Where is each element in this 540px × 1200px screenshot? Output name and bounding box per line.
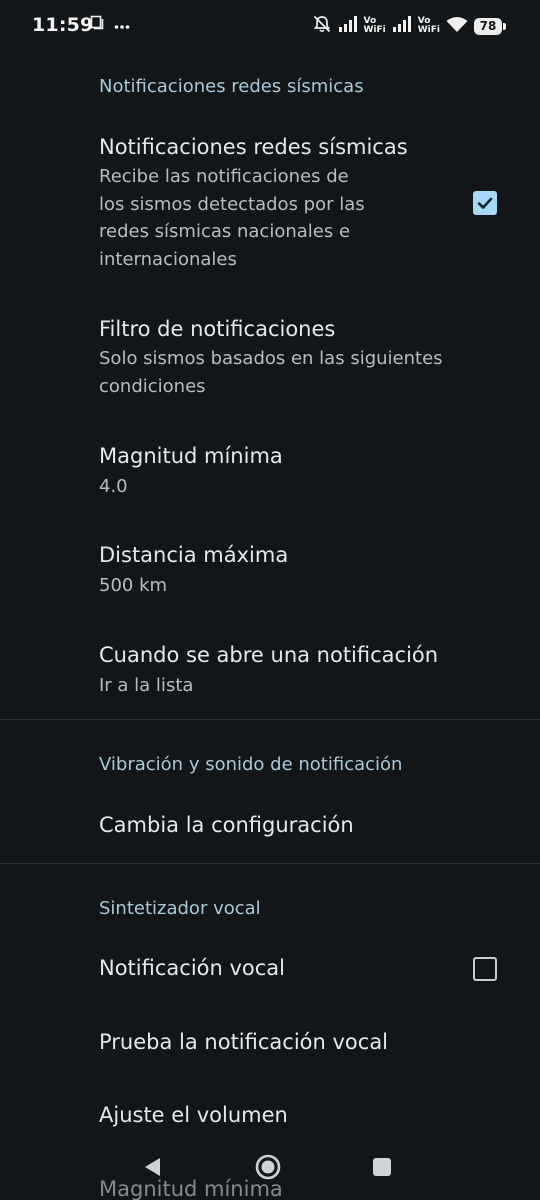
battery-icon: 78 bbox=[474, 17, 506, 35]
status-right-icons: Vo WiFi Vo WiFi 78 bbox=[312, 14, 506, 38]
status-bar: 11:59 Vo WiFi Vo WiFi 78 bbox=[0, 0, 540, 56]
min-magnitude-title: Magnitud mínima bbox=[99, 444, 283, 468]
check-icon bbox=[477, 197, 493, 209]
seismic-notifications-title: Notificaciones redes sísmicas bbox=[99, 135, 408, 159]
home-button[interactable] bbox=[255, 1154, 281, 1184]
voice-notification-title: Notificación vocal bbox=[99, 956, 286, 980]
battery-level: 78 bbox=[479, 19, 497, 33]
max-distance-row[interactable] bbox=[0, 525, 540, 615]
vowifi-label-wifi: WiFi bbox=[417, 25, 440, 35]
screenshot-notification-icon bbox=[90, 15, 104, 34]
on-open-notification-title: Cuando se abre una notificación bbox=[99, 643, 439, 667]
section-header-seismic: Notificaciones redes sísmicas bbox=[99, 76, 364, 97]
notification-filter-summary: Solo sismos basados en las siguientes co… bbox=[99, 345, 443, 400]
summary-line: los sismos detectados por las bbox=[99, 193, 365, 215]
recents-button[interactable] bbox=[372, 1157, 392, 1181]
section-header-vibration: Vibración y sonido de notificación bbox=[99, 754, 403, 775]
notification-filter-title: Filtro de notificaciones bbox=[99, 317, 336, 341]
recents-square-icon bbox=[373, 1158, 391, 1176]
back-button[interactable] bbox=[141, 1155, 165, 1183]
summary-line: Solo sismos basados en las siguientes bbox=[99, 348, 443, 369]
seismic-notifications-summary: Recibe las notificaciones de los sismos … bbox=[99, 163, 365, 273]
back-triangle-icon bbox=[145, 1158, 160, 1176]
max-distance-title: Distancia máxima bbox=[99, 543, 289, 567]
system-navigation-bar bbox=[0, 1130, 540, 1200]
summary-line: condiciones bbox=[99, 375, 206, 397]
test-voice-title: Prueba la notificación vocal bbox=[99, 1030, 389, 1054]
change-settings-title: Cambia la configuración bbox=[99, 813, 354, 837]
adjust-volume-title: Ajuste el volumen bbox=[99, 1103, 288, 1127]
vowifi-indicator-2: Vo WiFi bbox=[418, 17, 440, 35]
status-left-icons bbox=[90, 15, 130, 34]
min-magnitude-row[interactable] bbox=[0, 425, 540, 515]
signal-icon-2 bbox=[392, 16, 412, 36]
vowifi-indicator-1: Vo WiFi bbox=[364, 17, 386, 35]
on-open-notification-value: Ir a la lista bbox=[99, 675, 194, 696]
vowifi-label-wifi: WiFi bbox=[363, 25, 386, 35]
signal-icon-1 bbox=[338, 16, 358, 36]
summary-line: redes sísmicas nacionales e bbox=[99, 221, 351, 242]
home-circle-icon bbox=[255, 1154, 281, 1180]
more-notifications-icon bbox=[114, 15, 130, 34]
mute-bell-icon bbox=[312, 14, 332, 38]
status-time: 11:59 bbox=[32, 14, 94, 36]
max-distance-value: 500 km bbox=[99, 575, 168, 596]
summary-line: Recibe las notificaciones de bbox=[99, 166, 349, 187]
wifi-icon bbox=[446, 16, 468, 37]
section-divider bbox=[0, 719, 540, 720]
min-magnitude-value: 4.0 bbox=[99, 476, 128, 497]
voice-notification-checkbox[interactable] bbox=[473, 957, 497, 981]
section-header-voice: Sintetizador vocal bbox=[99, 898, 261, 919]
on-open-notification-row[interactable] bbox=[0, 625, 540, 717]
summary-line: internacionales bbox=[99, 248, 237, 270]
seismic-notifications-checkbox[interactable] bbox=[473, 191, 497, 215]
section-divider bbox=[0, 863, 540, 864]
settings-screen: 11:59 Vo WiFi Vo WiFi 78 Notificaciones … bbox=[0, 0, 540, 1200]
